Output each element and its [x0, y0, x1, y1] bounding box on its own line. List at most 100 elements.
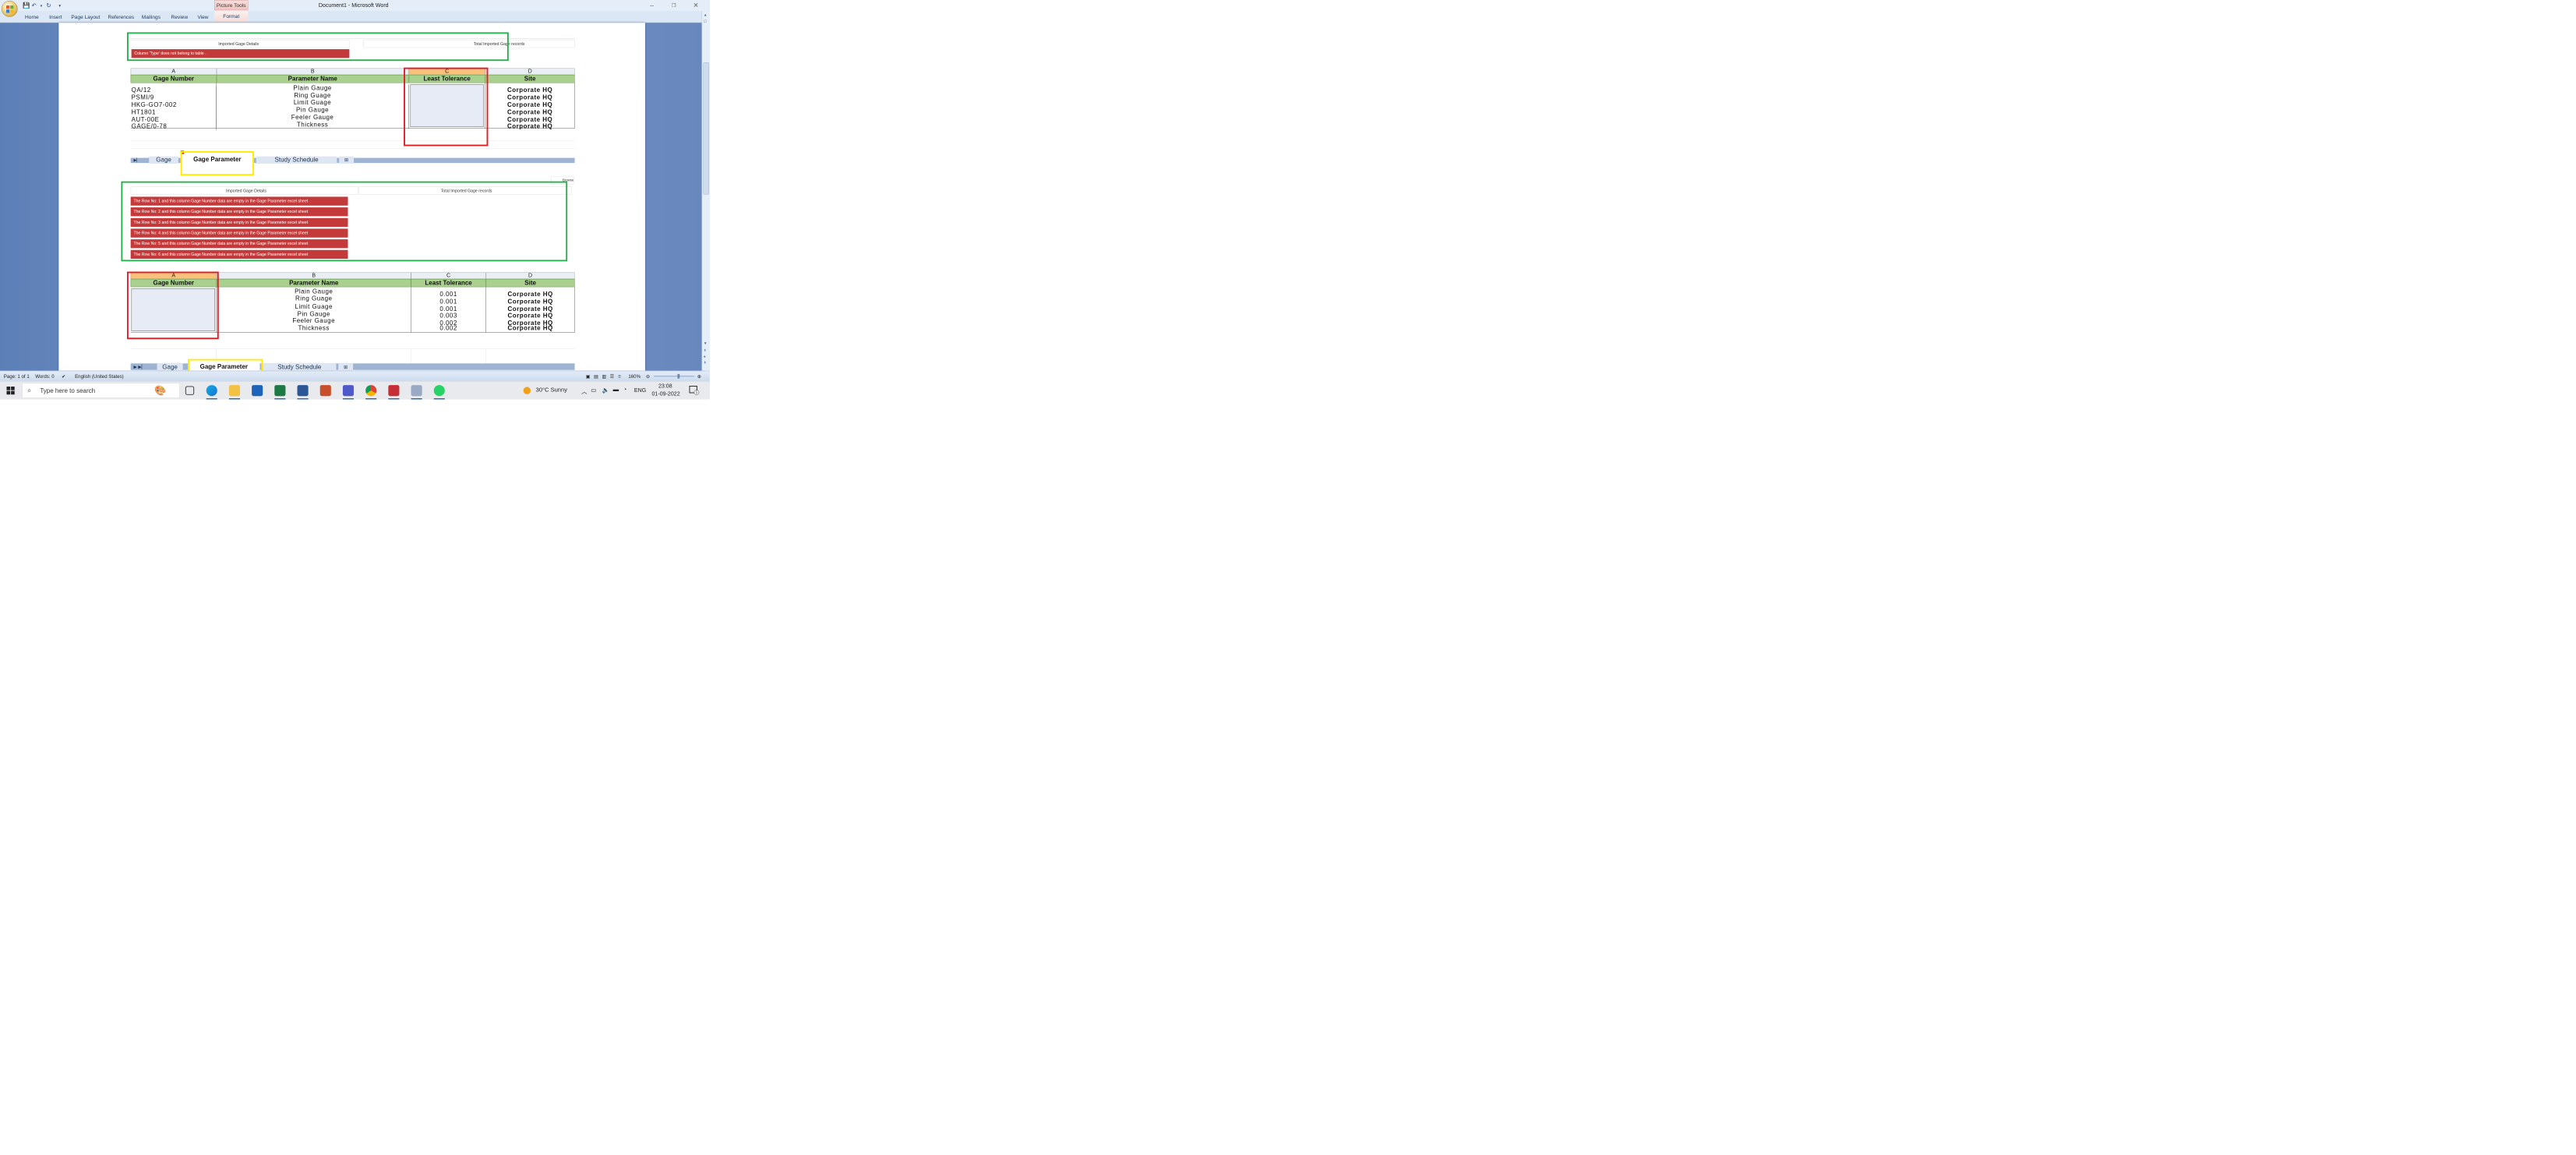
- next-page-icon[interactable]: ⇟: [704, 361, 707, 365]
- proofing-icon[interactable]: ✔: [62, 373, 65, 380]
- tab-home[interactable]: Home: [25, 14, 39, 20]
- sheet-tab-gage[interactable]: Gage: [157, 363, 183, 371]
- mail-icon[interactable]: [252, 385, 263, 397]
- table-cell[interactable]: Corporate HQ: [486, 291, 575, 298]
- view-print-layout-icon[interactable]: ▣: [586, 373, 591, 380]
- redo-icon[interactable]: ↻: [46, 2, 51, 9]
- zoom-slider-thumb[interactable]: [677, 373, 680, 379]
- table-cell[interactable]: Corporate HQ: [485, 101, 575, 108]
- table-row[interactable]: QA/12: [132, 87, 217, 94]
- powerpoint-icon[interactable]: [319, 385, 331, 397]
- undo-dropdown-icon[interactable]: ▾: [41, 3, 43, 9]
- scroll-up-icon[interactable]: ▲: [704, 13, 708, 17]
- view-outline-icon[interactable]: ☰: [610, 373, 614, 380]
- sheet-nav-next-icon[interactable]: ▶▏: [133, 158, 139, 163]
- weather-text[interactable]: 30°C Sunny: [536, 387, 567, 393]
- input-language[interactable]: ENG: [634, 387, 646, 394]
- network-icon[interactable]: ◔: [623, 387, 627, 393]
- meet-now-icon[interactable]: ▭: [591, 387, 596, 394]
- minimize-button[interactable]: –: [643, 1, 661, 10]
- table-cell[interactable]: Corporate HQ: [485, 122, 575, 129]
- table-cell[interactable]: 0.001: [411, 298, 486, 305]
- tab-review[interactable]: Review: [171, 14, 188, 20]
- zoom-level[interactable]: 160%: [628, 373, 640, 379]
- save-icon[interactable]: 💾: [23, 2, 30, 9]
- weather-sun-icon[interactable]: [523, 387, 531, 394]
- ruler-toggle-icon[interactable]: ▢: [704, 19, 707, 23]
- previous-page-icon[interactable]: ⇞: [704, 348, 707, 352]
- table-row[interactable]: Thickness: [217, 324, 411, 331]
- edge-icon[interactable]: [206, 385, 217, 397]
- table-cell[interactable]: 0.003: [411, 312, 486, 319]
- table-cell[interactable]: Corporate HQ: [486, 312, 575, 319]
- chrome-icon[interactable]: [365, 385, 377, 397]
- office-button[interactable]: [1, 0, 18, 17]
- teams-icon[interactable]: [342, 385, 355, 397]
- tab-mailings[interactable]: Mailings: [142, 14, 161, 20]
- tab-insert[interactable]: Insert: [49, 14, 62, 20]
- security-app-icon[interactable]: [388, 385, 400, 397]
- browse-object-icon[interactable]: ●: [704, 355, 706, 359]
- snipping-tool-icon[interactable]: [411, 385, 422, 397]
- sheet-tab-gage[interactable]: Gage: [149, 156, 178, 164]
- page-count[interactable]: Page: 1 of 1: [4, 373, 30, 379]
- table-row[interactable]: Ring Guage: [217, 295, 411, 302]
- table-row[interactable]: Plain Gauge: [217, 288, 411, 295]
- view-web-layout-icon[interactable]: ▥: [602, 373, 606, 380]
- show-hidden-icons-icon[interactable]: ︿: [581, 387, 588, 395]
- clock-time[interactable]: 23:08: [658, 383, 672, 389]
- sheet-tab-study-schedule[interactable]: Study Schedule: [256, 156, 337, 164]
- excel-icon[interactable]: [274, 385, 286, 397]
- restore-button[interactable]: ❐: [665, 1, 683, 10]
- vertical-scrollbar[interactable]: ▲ ▢ ▼ ⇞ ● ⇟: [701, 11, 710, 371]
- zoom-in-icon[interactable]: ⊕: [697, 373, 701, 380]
- picture-handle[interactable]: [180, 150, 185, 154]
- table-cell[interactable]: Corporate HQ: [486, 324, 575, 331]
- table-cell[interactable]: Thickness: [217, 121, 409, 129]
- table-row[interactable]: HT1801: [132, 108, 217, 116]
- battery-icon[interactable]: ▬: [613, 387, 619, 393]
- insert-sheet-icon[interactable]: ⊞: [338, 363, 354, 371]
- table-cell[interactable]: Corporate HQ: [485, 87, 575, 94]
- language[interactable]: English (United States): [75, 373, 124, 379]
- selected-empty-cells[interactable]: [410, 84, 484, 127]
- table-cell[interactable]: Plain Gauge: [217, 84, 409, 92]
- file-explorer-icon[interactable]: [228, 385, 241, 397]
- table-cell[interactable]: Limit Guage: [217, 99, 409, 107]
- taskbar-search[interactable]: ⌕ Type here to search 🎨: [22, 383, 180, 399]
- table-cell[interactable]: Ring Guage: [217, 91, 409, 100]
- task-view-icon[interactable]: [185, 386, 195, 395]
- scroll-down-icon[interactable]: ▼: [704, 341, 708, 345]
- whatsapp-icon[interactable]: [433, 385, 445, 397]
- undo-icon[interactable]: ↶: [32, 2, 37, 9]
- notifications-icon[interactable]: 1: [689, 386, 700, 395]
- tab-page-layout[interactable]: Page Layout: [71, 14, 100, 20]
- table-cell[interactable]: Feeler Gauge: [217, 114, 409, 122]
- sheet-tab-study-schedule[interactable]: Study Schedule: [263, 363, 337, 371]
- table-row[interactable]: Feeler Gauge: [217, 317, 411, 324]
- close-button[interactable]: ✕: [687, 1, 705, 10]
- zoom-out-icon[interactable]: ⊖: [646, 373, 650, 380]
- table-cell[interactable]: Corporate HQ: [485, 108, 575, 115]
- view-draft-icon[interactable]: ≡: [618, 373, 621, 379]
- table-cell[interactable]: Pin Gauge: [217, 106, 409, 115]
- table-cell[interactable]: 0.001: [411, 291, 486, 298]
- word-icon[interactable]: [297, 385, 309, 397]
- table-cell[interactable]: Corporate HQ: [486, 298, 575, 305]
- volume-icon[interactable]: 🔈: [602, 387, 609, 394]
- table-row[interactable]: HKG-GO7-002: [132, 101, 217, 109]
- sheet-nav-next-icon[interactable]: ▶ ▶▏: [133, 364, 145, 369]
- scroll-thumb[interactable]: [703, 62, 709, 195]
- tab-references[interactable]: References: [108, 14, 134, 20]
- insert-sheet-icon[interactable]: ⊞: [339, 156, 355, 164]
- tab-format[interactable]: Format: [214, 11, 249, 23]
- customize-qat-icon[interactable]: ▾: [58, 3, 61, 9]
- tab-view[interactable]: View: [197, 14, 208, 20]
- sheet-tab-gage-parameter[interactable]: Gage Parameter: [180, 155, 254, 164]
- browse-button[interactable]: Browse: [551, 176, 574, 185]
- clock-date[interactable]: 01-09-2022: [651, 391, 679, 397]
- table-cell[interactable]: Corporate HQ: [485, 94, 575, 101]
- view-full-screen-icon[interactable]: ▤: [594, 373, 598, 380]
- table-row[interactable]: PSMI/9: [132, 94, 217, 101]
- windows-start-icon[interactable]: [6, 386, 15, 397]
